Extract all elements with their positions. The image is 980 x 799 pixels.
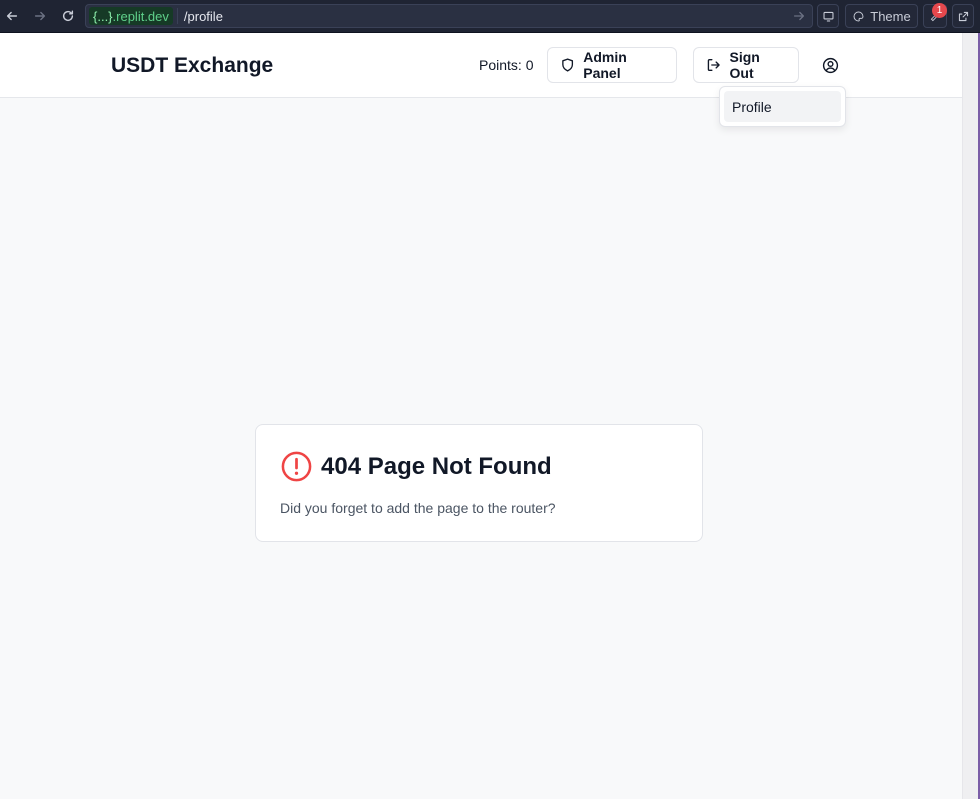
go-arrow-icon[interactable] (792, 9, 806, 23)
monitor-icon (823, 11, 833, 21)
menu-item-profile[interactable]: Profile (724, 91, 841, 122)
theme-button[interactable]: Theme (845, 4, 918, 28)
not-found-title: 404 Page Not Found (321, 452, 552, 480)
domain-text: .replit.dev (112, 8, 169, 24)
url-separator (176, 8, 178, 24)
url-path: /profile (183, 8, 223, 24)
arrow-left-icon (6, 11, 18, 21)
devices-button[interactable] (817, 4, 839, 28)
shield-icon (562, 58, 574, 72)
theme-label: Theme (870, 8, 911, 24)
address-bar[interactable]: {...} .replit.dev /profile (85, 4, 813, 28)
admin-panel-button[interactable]: Admin Panel (547, 47, 677, 83)
reload-icon (62, 10, 74, 22)
back-button[interactable] (1, 6, 23, 26)
sign-out-button[interactable]: Sign Out (693, 47, 799, 83)
palette-icon (853, 11, 864, 21)
domain-chip: {...} .replit.dev (89, 7, 173, 25)
points-display: Points: 0 (479, 57, 534, 73)
user-circle-icon (822, 57, 838, 73)
not-found-card: 404 Page Not Found Did you forget to add… (255, 424, 703, 542)
log-out-icon (707, 58, 720, 72)
sign-out-label: Sign Out (729, 49, 760, 81)
admin-panel-label: Admin Panel (583, 49, 627, 81)
user-dropdown-menu: Profile (719, 86, 846, 127)
not-found-message: Did you forget to add the page to the ro… (280, 500, 556, 516)
brand-title[interactable]: USDT Exchange (111, 54, 273, 78)
browser-toolbar: {...} .replit.dev /profile Theme 1 (0, 0, 980, 33)
external-link-icon (958, 11, 968, 21)
reload-button[interactable] (57, 6, 79, 26)
domain-prefix: {...} (93, 8, 113, 24)
forward-button[interactable] (29, 6, 51, 26)
user-menu-button[interactable] (819, 54, 841, 76)
alert-circle-icon (281, 451, 312, 482)
open-external-button[interactable] (952, 4, 974, 28)
notification-badge: 1 (932, 3, 947, 18)
not-found-heading: 404 Page Not Found (280, 450, 552, 483)
arrow-right-icon (34, 11, 46, 21)
